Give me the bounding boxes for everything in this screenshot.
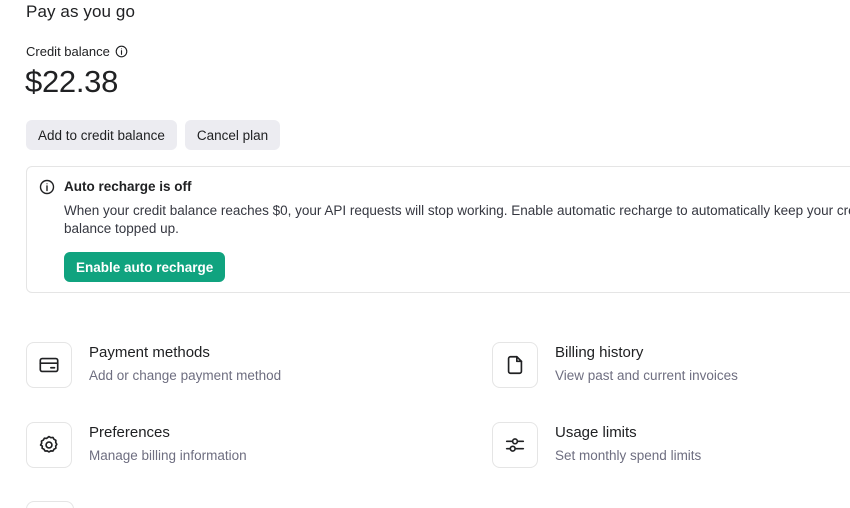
payment-methods-card[interactable]: Payment methods Add or change payment me… — [26, 342, 281, 388]
card-subtitle: Set monthly spend limits — [555, 448, 702, 463]
billing-overview-page: Pay as you go Credit balance $22.38 Add … — [0, 0, 850, 508]
add-to-credit-balance-button[interactable]: Add to credit balance — [26, 120, 177, 150]
gear-icon — [26, 422, 72, 468]
card-title: Billing history — [555, 344, 644, 361]
card-title: Preferences — [89, 424, 170, 441]
next-card-icon-partial[interactable] — [26, 501, 74, 508]
auto-recharge-description: When your credit balance reaches $0, you… — [64, 203, 850, 236]
card-title: Payment methods — [89, 344, 210, 361]
credit-balance-label: Credit balance — [26, 44, 110, 59]
info-icon — [39, 179, 55, 195]
card-subtitle: Add or change payment method — [89, 368, 282, 383]
preferences-card[interactable]: Preferences Manage billing information — [26, 422, 247, 468]
card-subtitle: View past and current invoices — [555, 368, 738, 383]
card-subtitle: Manage billing information — [89, 448, 247, 463]
sliders-icon — [492, 422, 538, 468]
credit-balance-label-row: Credit balance — [26, 44, 128, 59]
auto-recharge-title: Auto recharge is off — [64, 179, 192, 194]
credit-balance-amount: $22.38 — [25, 64, 119, 99]
document-icon — [492, 342, 538, 388]
credit-card-icon — [26, 342, 72, 388]
usage-limits-card[interactable]: Usage limits Set monthly spend limits — [492, 422, 701, 468]
card-title: Usage limits — [555, 424, 637, 441]
page-title: Pay as you go — [26, 2, 136, 21]
info-icon[interactable] — [115, 45, 128, 58]
enable-auto-recharge-button[interactable]: Enable auto recharge — [64, 252, 226, 282]
auto-recharge-notice: Auto recharge is off When your credit ba… — [26, 166, 850, 293]
cancel-plan-button[interactable]: Cancel plan — [184, 120, 281, 150]
balance-actions: Add to credit balance Cancel plan — [26, 120, 281, 150]
billing-history-card[interactable]: Billing history View past and current in… — [492, 342, 738, 388]
